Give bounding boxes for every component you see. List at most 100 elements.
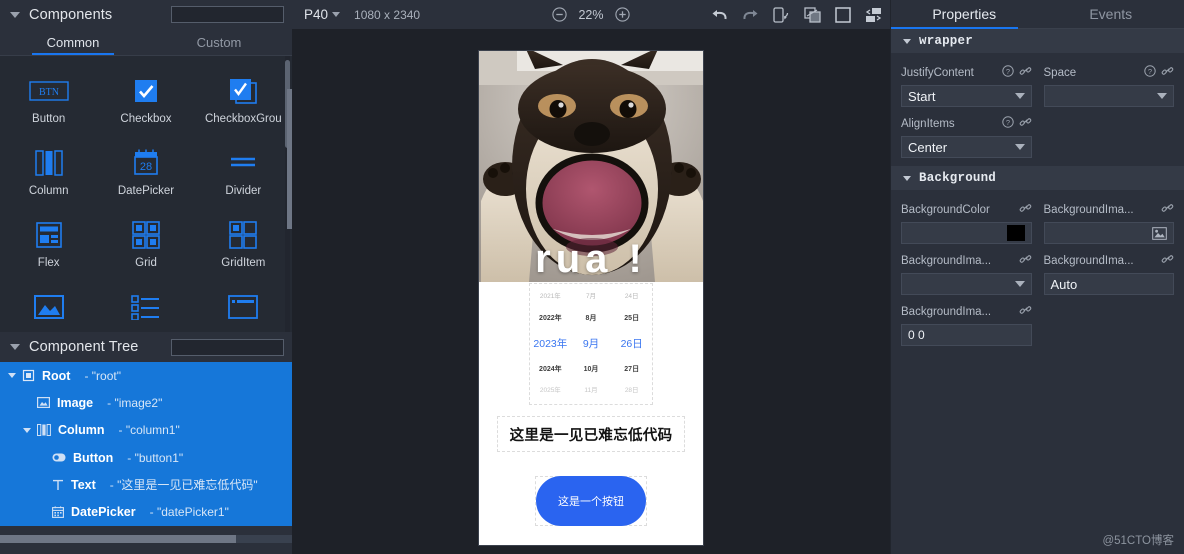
palette-item-flex[interactable]: Flex: [0, 208, 97, 280]
link-icon[interactable]: [1019, 303, 1032, 321]
palette-item-column[interactable]: Column: [0, 136, 97, 208]
tree-hscrollbar-thumb[interactable]: [0, 535, 236, 543]
palette-item-grid[interactable]: Grid: [97, 208, 194, 280]
frame-icon[interactable]: [835, 6, 851, 23]
datepicker-row[interactable]: 2021年 7月 24日: [530, 286, 652, 308]
caret-down-icon[interactable]: [10, 11, 20, 18]
button-icon: BTN: [28, 74, 69, 108]
undo-icon[interactable]: [711, 7, 728, 22]
checkbox-icon: [133, 74, 159, 108]
palette-item-panel[interactable]: [195, 280, 292, 332]
tab-events[interactable]: Events: [1038, 0, 1184, 28]
layers-icon[interactable]: [804, 6, 821, 23]
caret-down-icon[interactable]: [23, 427, 31, 433]
palette-label: GridItem: [221, 257, 266, 269]
palette-item-divider[interactable]: Divider: [195, 136, 292, 208]
caret-down-icon[interactable]: [10, 344, 20, 350]
section-header-wrapper[interactable]: wrapper: [891, 29, 1184, 54]
link-icon[interactable]: [1019, 252, 1032, 270]
backgroundimage-position-field[interactable]: 0 0: [901, 324, 1032, 346]
datepicker-row[interactable]: 2025年 11月 28日: [530, 380, 652, 402]
tab-common[interactable]: Common: [0, 29, 146, 55]
picture-icon[interactable]: [1152, 226, 1167, 240]
link-icon[interactable]: [1019, 201, 1032, 219]
chevron-down-icon[interactable]: [1014, 93, 1025, 99]
preview-datepicker[interactable]: 2021年 7月 24日 2022年 8月 25日 2023年 9月 26日 2…: [529, 283, 653, 405]
palette-label: Flex: [37, 257, 60, 269]
datepicker-row[interactable]: 2022年 8月 25日: [530, 308, 652, 330]
redo-icon[interactable]: [742, 7, 759, 22]
link-icon[interactable]: [1019, 115, 1032, 133]
datepicker-row[interactable]: 2024年 10月 27日: [530, 359, 652, 381]
device-selector-label[interactable]: P40: [304, 7, 328, 22]
palette-item-datepicker[interactable]: 28 DatePicker: [97, 136, 194, 208]
alignitems-select[interactable]: Center: [901, 136, 1032, 158]
property-label: BackgroundIma...: [901, 305, 992, 318]
caret-down-icon[interactable]: [903, 175, 911, 181]
components-search-box[interactable]: [171, 6, 318, 23]
device-rotate-icon[interactable]: [773, 6, 790, 23]
zoom-out-icon[interactable]: [552, 7, 567, 22]
swap-panel-icon[interactable]: [865, 7, 882, 23]
palette-item-griditem[interactable]: GridItem: [195, 208, 292, 280]
palette-item-button[interactable]: BTN Button: [0, 64, 97, 136]
zoom-in-icon[interactable]: [615, 7, 630, 22]
link-icon[interactable]: [1161, 252, 1174, 270]
components-search-input[interactable]: [176, 7, 308, 22]
phone-preview[interactable]: rua ! 2021年 7月 24日 2022年 8月 25日 2023年 9月…: [478, 50, 704, 546]
chevron-down-icon[interactable]: [332, 12, 341, 17]
caret-down-icon[interactable]: [903, 38, 911, 44]
preview-image[interactable]: rua !: [479, 51, 703, 282]
link-icon[interactable]: [1161, 64, 1174, 82]
help-icon[interactable]: ?: [1001, 64, 1014, 82]
tree-node-text[interactable]: Text - "这里是一见已难忘低代码": [0, 471, 292, 498]
image-icon: [37, 397, 50, 409]
chevron-down-icon[interactable]: [1014, 144, 1025, 150]
canvas-scrollbar-thumb[interactable]: [287, 89, 292, 229]
property-label: Space: [1043, 66, 1077, 79]
palette-item-checkboxgroup[interactable]: CheckboxGrou: [195, 64, 292, 136]
tree-node-image[interactable]: Image - "image2": [0, 389, 292, 416]
help-icon[interactable]: ?: [1144, 64, 1156, 82]
link-icon[interactable]: [1019, 64, 1032, 82]
tree-node-name: Text: [71, 477, 96, 492]
space-select[interactable]: [1043, 85, 1174, 107]
property-space: Space ?: [1043, 64, 1174, 107]
preview-text[interactable]: 这里是一见已难忘低代码: [497, 416, 685, 452]
tree-search-input[interactable]: [176, 339, 308, 355]
tab-properties[interactable]: Properties: [891, 0, 1038, 29]
tab-custom[interactable]: Custom: [146, 29, 292, 55]
link-icon[interactable]: [1161, 201, 1174, 219]
tree-node-button[interactable]: Button - "button1": [0, 444, 292, 471]
palette-label: Grid: [135, 257, 157, 269]
property-icons: ?: [1001, 115, 1032, 133]
color-swatch[interactable]: [1006, 225, 1025, 241]
tree-node-id: - "image2": [107, 395, 163, 410]
tree-search-box[interactable]: [171, 338, 318, 356]
tree-node-root[interactable]: Root - "root": [0, 362, 292, 389]
palette-item-list[interactable]: [97, 280, 194, 332]
datepicker-row-selected[interactable]: 2023年 9月 26日: [530, 329, 652, 358]
chevron-down-icon[interactable]: [1157, 93, 1167, 99]
backgroundimage-size-field[interactable]: Auto: [1043, 273, 1174, 295]
backgroundimage-repeat-select[interactable]: [901, 273, 1032, 295]
caret-down-icon[interactable]: [8, 373, 16, 379]
tree-node-datepicker[interactable]: DatePicker - "datePicker1": [0, 498, 292, 525]
palette-item-checkbox[interactable]: Checkbox: [97, 64, 194, 136]
design-canvas[interactable]: rua ! 2021年 7月 24日 2022年 8月 25日 2023年 9月…: [287, 29, 890, 554]
tree-node-column[interactable]: Column - "column1": [0, 417, 292, 444]
backgroundimage-field[interactable]: [1043, 222, 1174, 244]
section-header-background[interactable]: Background: [891, 166, 1184, 191]
components-panel-title: Components: [29, 6, 113, 23]
component-tree-body: Root - "root" Image - "image2" Column - …: [0, 362, 292, 554]
help-icon[interactable]: ?: [1001, 115, 1014, 133]
chevron-down-icon[interactable]: [1014, 281, 1025, 287]
property-label-row: JustifyContent ?: [901, 64, 1032, 81]
preview-button[interactable]: 这是一个按钮: [536, 476, 646, 526]
backgroundcolor-field[interactable]: [901, 222, 1032, 244]
palette-item-image[interactable]: [0, 280, 97, 332]
justifycontent-select[interactable]: Start: [901, 85, 1032, 107]
property-icons: [1019, 201, 1032, 219]
property-label: BackgroundIma...: [1043, 254, 1134, 267]
